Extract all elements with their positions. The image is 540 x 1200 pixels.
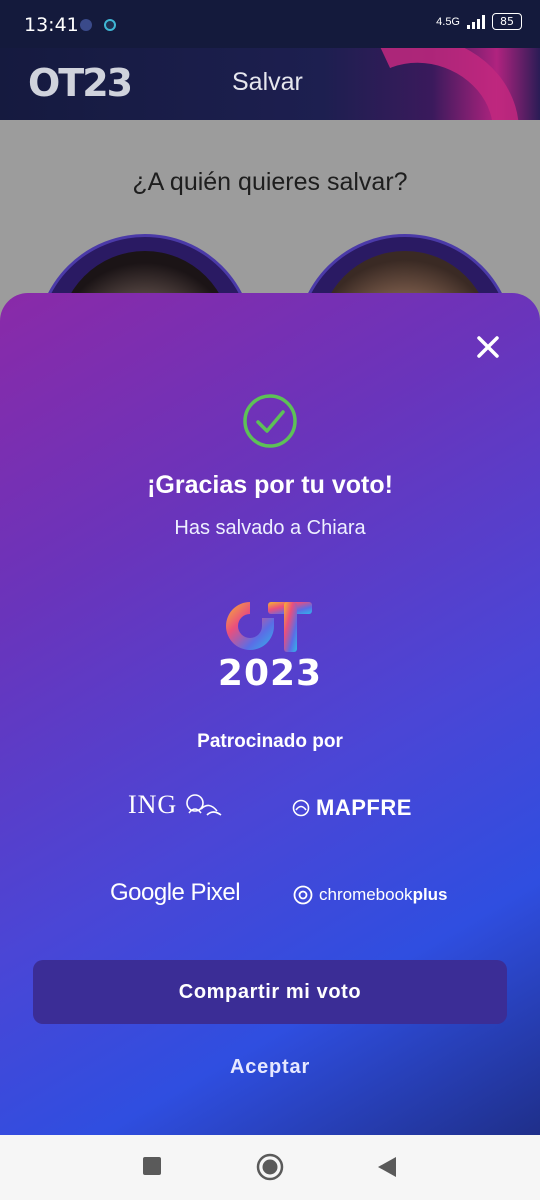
sponsor-ing: ING bbox=[128, 790, 223, 820]
navigation-bar bbox=[0, 1135, 540, 1200]
page-title: Salvar bbox=[232, 68, 303, 96]
battery-icon: 85 bbox=[492, 13, 522, 30]
nav-home-icon[interactable] bbox=[256, 1153, 284, 1181]
accept-button[interactable]: Aceptar bbox=[0, 1056, 540, 1079]
thanks-heading: ¡Gracias por tu voto! bbox=[147, 471, 393, 499]
chrome-icon bbox=[293, 885, 313, 905]
vote-question: ¿A quién quieres salvar? bbox=[132, 168, 408, 196]
sponsor-google-pixel: Google Pixel bbox=[110, 879, 241, 907]
nav-back-icon[interactable] bbox=[376, 1155, 398, 1179]
vote-confirmation-sheet: ¡Gracias por tu voto! Has salvado a Chia… bbox=[0, 293, 540, 1135]
check-circle-icon bbox=[243, 394, 297, 448]
year-label: 2023 bbox=[217, 653, 323, 694]
nav-recents-icon[interactable] bbox=[141, 1155, 163, 1177]
ot-logo bbox=[226, 602, 312, 652]
sponsor-chromebook-plus: chromebookplus bbox=[293, 885, 448, 905]
background-content: ¿A quién quieres salvar? bbox=[0, 120, 540, 452]
status-indicators: 4.5G 85 bbox=[436, 13, 522, 30]
share-vote-button[interactable]: Compartir mi voto bbox=[33, 960, 507, 1024]
app-logo: OT23 bbox=[28, 61, 133, 105]
sponsored-label: Patrocinado por bbox=[197, 731, 343, 752]
decorative-swoosh bbox=[304, 48, 540, 120]
google-pixel-wordmark: Google Pixel bbox=[110, 879, 241, 906]
status-time: 13:41 bbox=[24, 14, 79, 36]
chromebook-wordmark: chromebookplus bbox=[319, 885, 448, 904]
signal-icon bbox=[467, 14, 485, 29]
close-icon[interactable] bbox=[472, 331, 504, 363]
network-type: 4.5G bbox=[436, 15, 460, 28]
notification-icon bbox=[80, 19, 92, 31]
app-bar: OT23 Salvar bbox=[0, 48, 540, 120]
saved-message: Has salvado a Chiara bbox=[174, 517, 366, 539]
notification-icon bbox=[104, 19, 116, 31]
sponsor-mapfre: MAPFRE bbox=[292, 795, 412, 821]
status-bar: 13:41 4.5G 85 bbox=[0, 0, 540, 48]
mapfre-icon bbox=[292, 799, 310, 817]
ing-wordmark: ING bbox=[128, 790, 178, 819]
ing-lion-icon bbox=[186, 794, 222, 816]
mapfre-wordmark: MAPFRE bbox=[316, 795, 412, 820]
